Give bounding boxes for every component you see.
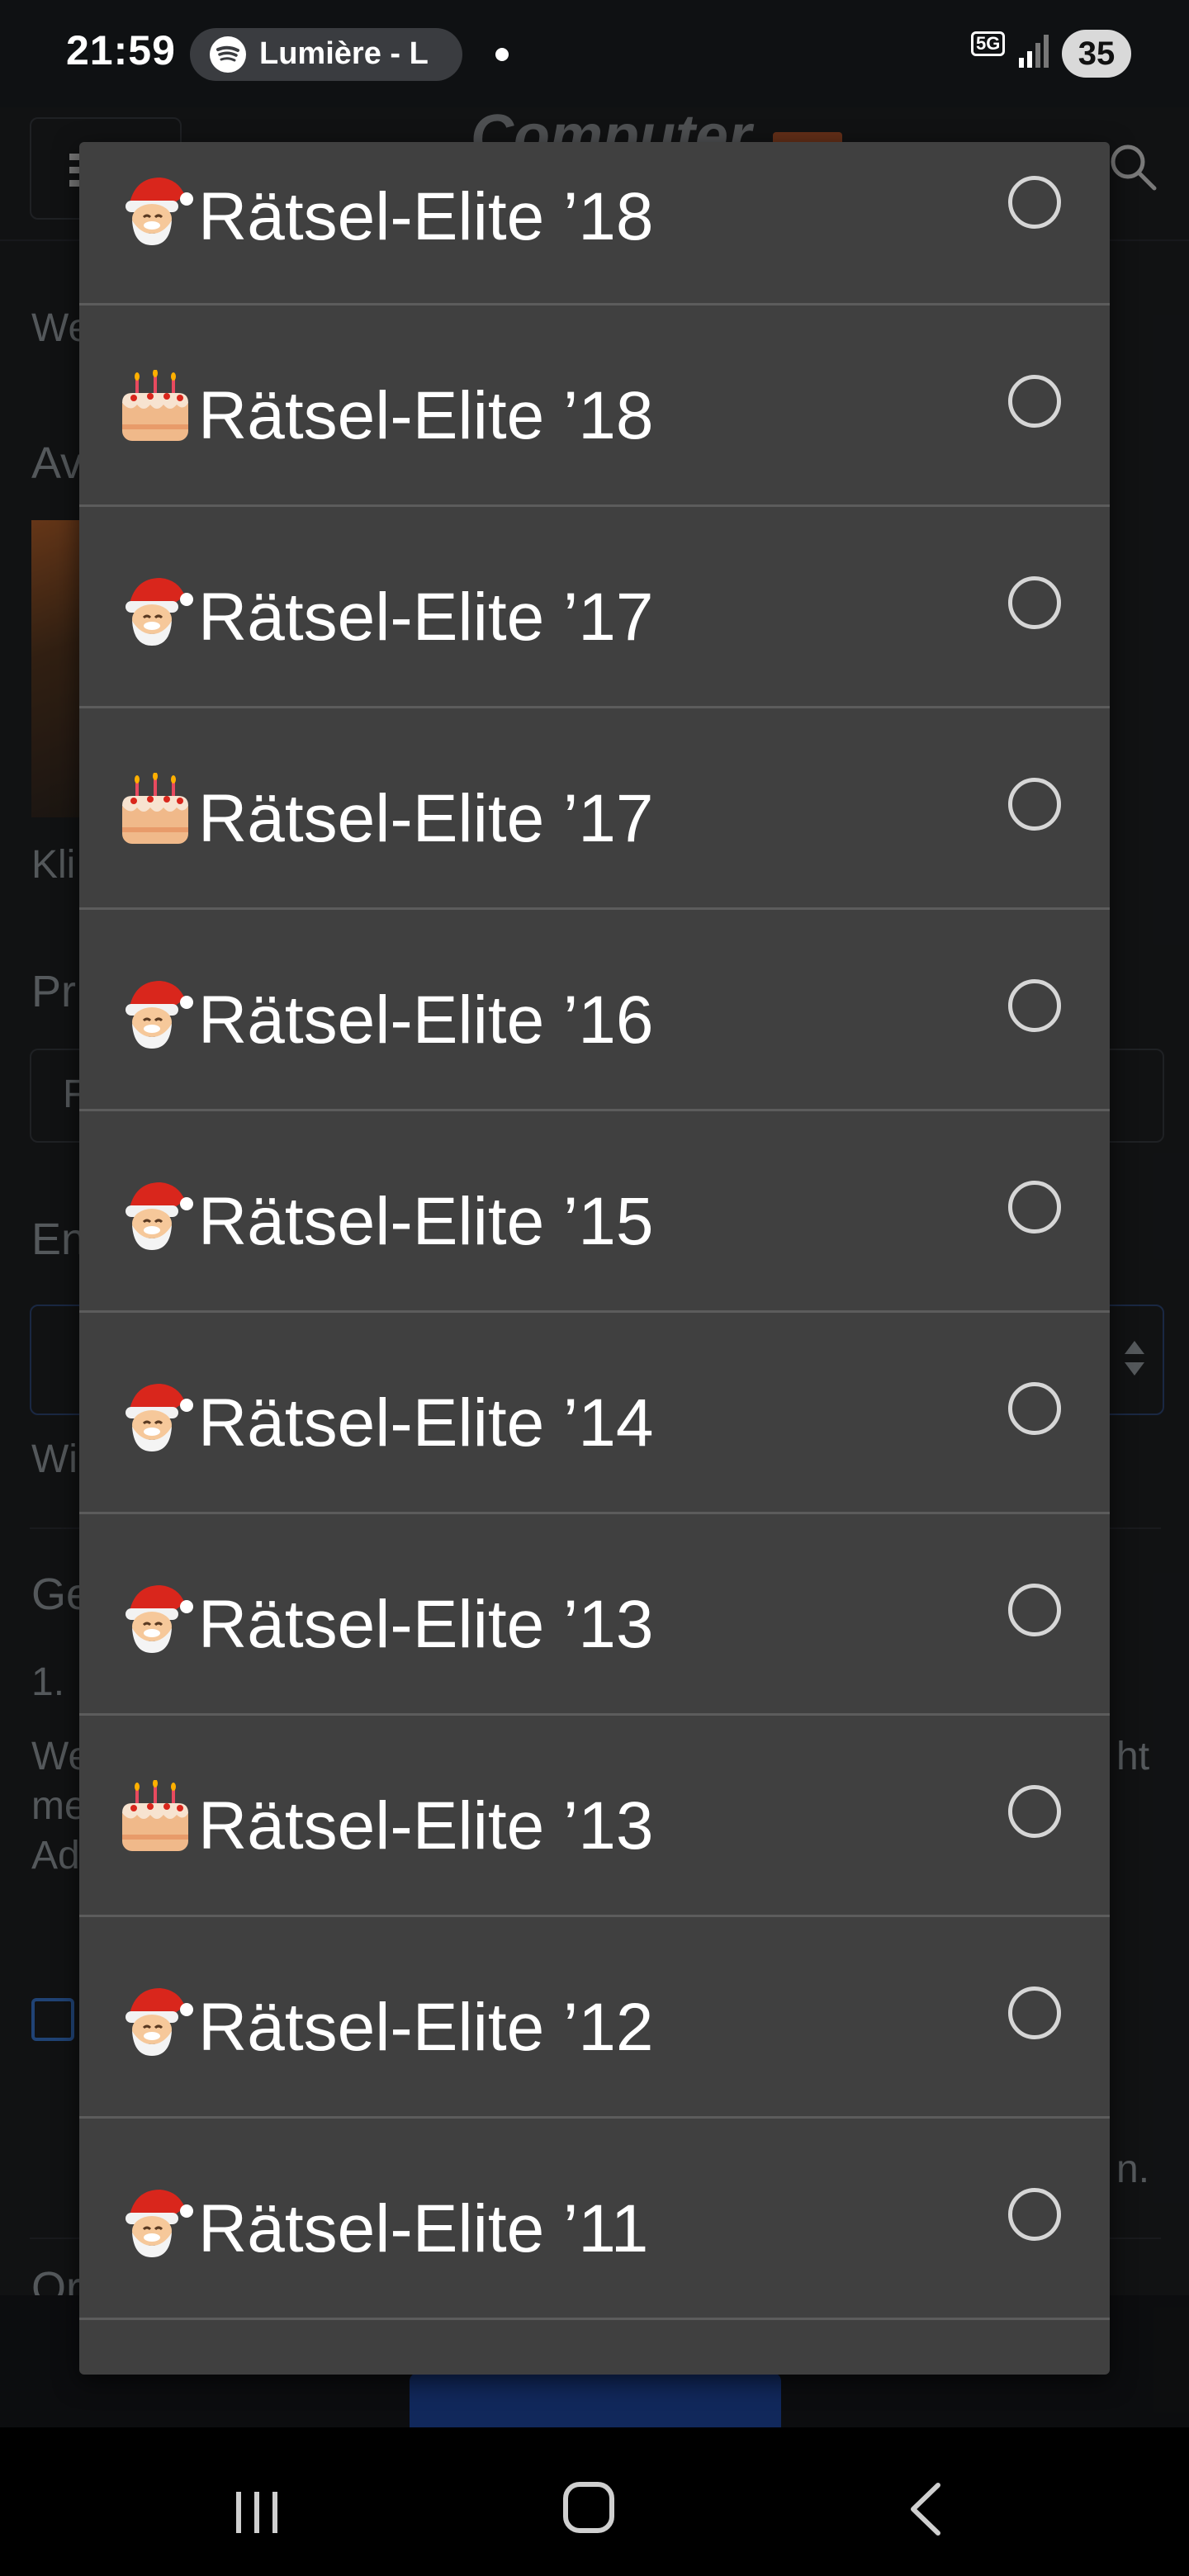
back-icon[interactable] bbox=[902, 2480, 951, 2538]
option-row[interactable]: Rätsel-Elite ’13 bbox=[79, 1514, 1110, 1716]
option-label: Rätsel-Elite ’17 bbox=[198, 781, 654, 856]
media-title: Lumière - L bbox=[259, 36, 429, 71]
network-type: 5G bbox=[971, 31, 1006, 56]
santa-icon bbox=[117, 1176, 193, 1252]
option-radio[interactable] bbox=[1008, 1785, 1061, 1838]
option-row[interactable]: Rätsel-Elite ’17 bbox=[79, 708, 1110, 910]
option-label: Rätsel-Elite ’12 bbox=[198, 1990, 654, 2065]
birthday-cake-icon bbox=[117, 772, 193, 849]
battery-indicator: 35 bbox=[1062, 30, 1131, 78]
option-row[interactable]: Rätsel-Elite ’13 bbox=[79, 1716, 1110, 1917]
system-nav-bar bbox=[0, 2427, 1189, 2576]
notification-dot-icon bbox=[495, 48, 509, 61]
santa-icon bbox=[117, 1579, 193, 1655]
option-radio[interactable] bbox=[1008, 1584, 1061, 1636]
option-radio[interactable] bbox=[1008, 1382, 1061, 1435]
option-radio[interactable] bbox=[1008, 576, 1061, 629]
option-radio[interactable] bbox=[1008, 778, 1061, 831]
status-time: 21:59 bbox=[66, 27, 176, 73]
option-label: Rätsel-Elite ’13 bbox=[198, 1587, 654, 1662]
option-label: Rätsel-Elite ’18 bbox=[198, 378, 654, 453]
option-label: Rätsel-Elite ’15 bbox=[198, 1184, 654, 1259]
santa-icon bbox=[117, 1982, 193, 2057]
santa-icon bbox=[117, 571, 193, 647]
option-radio[interactable] bbox=[1008, 176, 1061, 229]
option-row[interactable]: Rätsel-Elite ’11 bbox=[79, 2119, 1110, 2320]
option-label: Rätsel-Elite ’18 bbox=[198, 179, 654, 254]
option-row[interactable]: Rätsel-Elite ’15 bbox=[79, 1111, 1110, 1313]
birthday-cake-icon bbox=[117, 369, 193, 446]
option-radio[interactable] bbox=[1008, 1986, 1061, 2039]
birthday-cake-icon bbox=[117, 1779, 193, 1856]
santa-icon bbox=[117, 171, 193, 247]
santa-icon bbox=[117, 1377, 193, 1453]
option-row[interactable]: Rätsel-Elite ’18 bbox=[79, 305, 1110, 507]
option-label: Rätsel-Elite ’16 bbox=[198, 983, 654, 1058]
option-row[interactable]: Rätsel-Elite ’17 bbox=[79, 507, 1110, 708]
option-label: Rätsel-Elite ’13 bbox=[198, 1788, 654, 1863]
status-bar: 21:59 Lumière - L 5G 35 bbox=[0, 0, 1189, 107]
santa-icon bbox=[117, 974, 193, 1050]
option-radio[interactable] bbox=[1008, 375, 1061, 428]
option-label: Rätsel-Elite ’14 bbox=[198, 1385, 654, 1461]
option-radio[interactable] bbox=[1008, 1181, 1061, 1234]
option-row[interactable]: Rätsel-Elite ’18 bbox=[79, 142, 1110, 305]
option-label: Rätsel-Elite ’11 bbox=[198, 2191, 649, 2266]
option-radio[interactable] bbox=[1008, 979, 1061, 1032]
santa-icon bbox=[117, 2183, 193, 2259]
recent-apps-icon[interactable] bbox=[231, 2485, 284, 2538]
option-row[interactable]: Rätsel-Elite ’12 bbox=[79, 1917, 1110, 2119]
signal-icon bbox=[1019, 35, 1049, 68]
select-options-dialog: Rätsel-Elite ’18 Rätsel-Elite ’18 Rätsel… bbox=[79, 142, 1110, 2375]
option-label: Rätsel-Elite ’17 bbox=[198, 580, 654, 655]
spotify-icon bbox=[210, 36, 246, 73]
option-row[interactable]: Rätsel-Elite ’14 bbox=[79, 1313, 1110, 1514]
option-row[interactable]: Rätsel-Elite ’16 bbox=[79, 910, 1110, 1111]
option-radio[interactable] bbox=[1008, 2188, 1061, 2241]
options-list[interactable]: Rätsel-Elite ’18 Rätsel-Elite ’18 Rätsel… bbox=[79, 142, 1110, 2320]
home-icon[interactable] bbox=[563, 2482, 614, 2533]
